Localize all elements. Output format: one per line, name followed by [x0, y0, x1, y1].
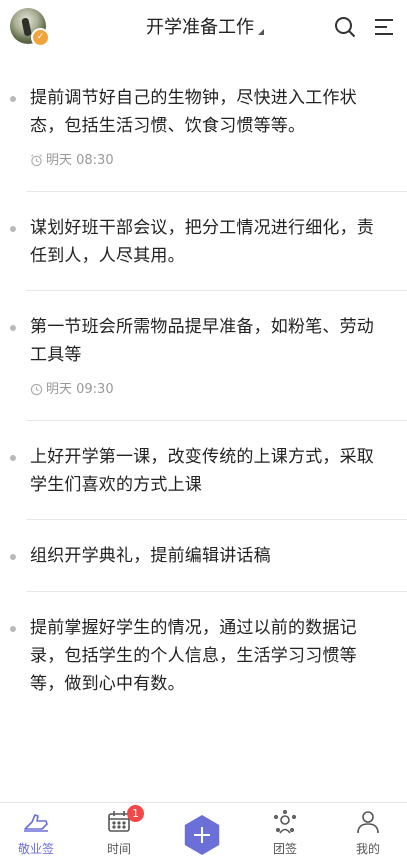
group-icon	[273, 809, 296, 834]
user-icon	[357, 811, 379, 834]
task-text: 上好开学第一课，改变传统的上课方式，采取学生们喜欢的方式上课	[30, 447, 374, 495]
menu-icon[interactable]	[372, 15, 396, 39]
page-title: 开学准备工作	[146, 17, 254, 38]
avatar[interactable]: ✓	[10, 8, 50, 47]
task-text: 提前掌握好学生的情况，通过以前的数据记录，包括学生的个人信息，生活学习习惯等等，…	[30, 618, 357, 694]
caret-icon	[258, 29, 264, 35]
task-text: 第一节班会所需物品提早准备，如粉笔、劳动工具等	[30, 317, 374, 365]
list-item[interactable]: 上好开学第一课，改变传统的上课方式，采取学生们喜欢的方式上课	[0, 421, 407, 520]
reminder: 明天 09:30	[30, 381, 387, 399]
list-item[interactable]: 第一节班会所需物品提早准备，如粉笔、劳动工具等 明天 09:30	[0, 291, 407, 421]
list-item[interactable]: 谋划好班干部会议，把分工情况进行细化，责任到人，人尽其用。	[0, 192, 407, 291]
bottom-tab-bar: 敬业签 1 时间 团签 我的	[0, 802, 407, 868]
header: ✓ 开学准备工作	[0, 0, 407, 62]
tab-label: 我的	[355, 842, 380, 856]
reminder: 明天 08:30	[30, 152, 387, 170]
task-text: 组织开学典礼，提前编辑讲话稿	[30, 546, 271, 566]
alarm-icon	[31, 154, 42, 167]
tab-time[interactable]: 1 时间	[84, 805, 154, 857]
bullet-dot	[10, 325, 16, 331]
bullet-dot	[10, 554, 16, 560]
tab-label: 敬业签	[17, 842, 54, 856]
hand-icon	[24, 814, 48, 832]
task-text: 谋划好班干部会议，把分工情况进行细化，责任到人，人尽其用。	[30, 218, 374, 266]
tab-jingyeqian[interactable]: 敬业签	[1, 809, 71, 857]
tab-label: 团签	[272, 842, 297, 856]
task-text: 提前调节好自己的生物钟，尽快进入工作状态，包括生活习惯、饮食习惯等等。	[30, 88, 357, 136]
reminder-time: 明天 09:30	[46, 382, 114, 397]
list-item[interactable]: 提前调节好自己的生物钟，尽快进入工作状态，包括生活习惯、饮食习惯等等。 明天 0…	[0, 62, 407, 192]
tab-group[interactable]: 团签	[250, 809, 320, 857]
bullet-dot	[10, 96, 16, 102]
title-dropdown[interactable]: 开学准备工作	[120, 16, 290, 42]
clock-icon	[30, 383, 43, 396]
reminder-time: 明天 08:30	[46, 153, 114, 168]
bullet-dot	[10, 626, 16, 632]
list-item[interactable]: 组织开学典礼，提前编辑讲话稿	[0, 520, 407, 592]
bullet-dot	[10, 455, 16, 461]
notification-badge: 1	[127, 805, 144, 822]
tab-label: 时间	[106, 842, 131, 856]
search-icon[interactable]	[333, 15, 357, 39]
add-button[interactable]	[184, 815, 220, 855]
verified-icon: ✓	[31, 28, 50, 47]
bullet-dot	[10, 226, 16, 232]
tab-mine[interactable]: 我的	[333, 809, 403, 857]
list-item[interactable]: 提前掌握好学生的情况，通过以前的数据记录，包括学生的个人信息，生活学习习惯等等，…	[0, 592, 407, 722]
task-list: 提前调节好自己的生物钟，尽快进入工作状态，包括生活习惯、饮食习惯等等。 明天 0…	[0, 62, 407, 722]
